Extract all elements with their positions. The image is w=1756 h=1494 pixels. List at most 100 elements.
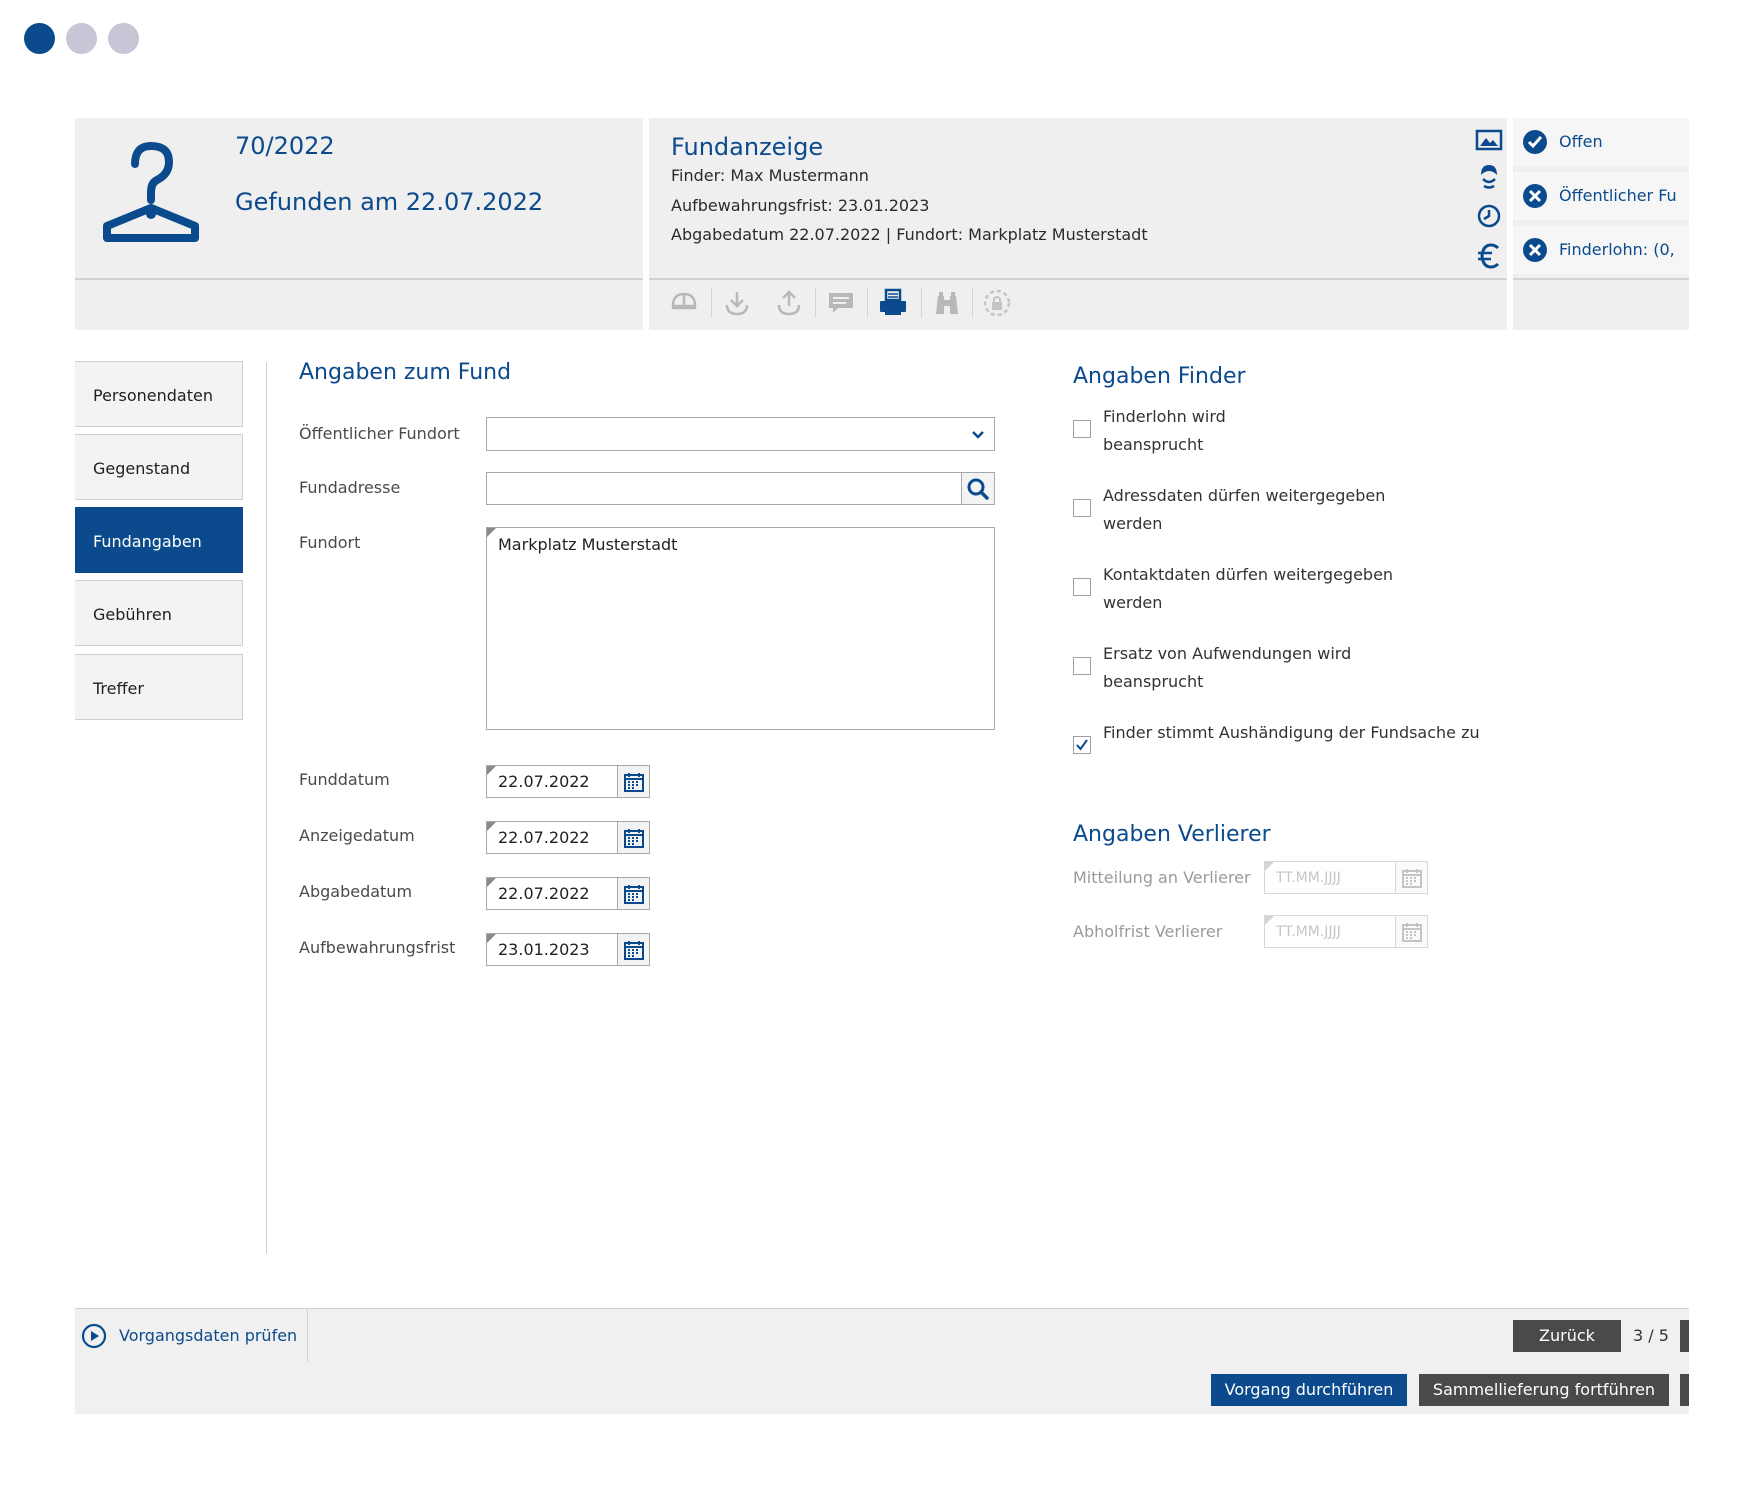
date-input-funddatum[interactable]: 22.07.2022: [486, 765, 650, 798]
calendar-icon: [624, 773, 644, 792]
report-retention: Aufbewahrungsfrist: 23.01.2023: [671, 196, 930, 215]
loser-pickup-date-input[interactable]: TT.MM.JJJJ: [1264, 915, 1428, 948]
address-input[interactable]: [486, 472, 995, 505]
nav-item-label: Gebühren: [93, 605, 172, 624]
checkbox-expense-refund[interactable]: [1073, 657, 1091, 675]
calendar-button[interactable]: [617, 766, 649, 797]
case-panel: 70/2022 Gefunden am 22.07.2022: [75, 118, 643, 330]
nav-item-label: Gegenstand: [93, 459, 191, 478]
date-label-funddatum: Funddatum: [299, 770, 390, 789]
date-label-aufbewahrungsfrist: Aufbewahrungsfrist: [299, 938, 456, 957]
checkbox-label: Adressdaten dürfen weitergegeben werden: [1103, 486, 1386, 533]
execute-process-button[interactable]: Vorgang durchführen: [1211, 1374, 1407, 1406]
nav-item-label: Personendaten: [93, 386, 213, 405]
euro-icon[interactable]: [1475, 242, 1503, 270]
back-button[interactable]: Zurück: [1513, 1320, 1621, 1352]
chevron-down-icon: [972, 431, 984, 439]
calendar-button[interactable]: [1395, 862, 1427, 893]
hanger-question-icon: [103, 142, 199, 242]
nav-item-gegenstand[interactable]: Gegenstand: [75, 434, 243, 500]
status-label: Offen: [1559, 132, 1603, 151]
date-input-abgabedatum[interactable]: 22.07.2022: [486, 877, 650, 910]
date-placeholder: TT.MM.JJJJ: [1276, 870, 1341, 886]
date-value: 22.07.2022: [498, 828, 590, 847]
download-icon[interactable]: [722, 288, 752, 318]
check-process-link[interactable]: Vorgangsdaten prüfen: [81, 1323, 311, 1349]
loser-notice-date-input[interactable]: TT.MM.JJJJ: [1264, 861, 1428, 894]
checkbox-finder-reward[interactable]: [1073, 420, 1091, 438]
person-icon[interactable]: [1475, 162, 1503, 190]
x-circle-icon: [1523, 184, 1547, 208]
divider: [649, 278, 1507, 280]
calendar-button[interactable]: [617, 878, 649, 909]
checkbox-label: Ersatz von Aufwendungen wird beansprucht: [1103, 644, 1352, 691]
nav-item-treffer[interactable]: Treffer: [75, 654, 243, 720]
binoculars-icon[interactable]: [932, 288, 962, 318]
image-icon[interactable]: [1475, 126, 1503, 154]
scroll-handle[interactable]: [1680, 1320, 1689, 1352]
checkbox-label: Kontaktdaten dürfen weitergegeben werden: [1103, 565, 1394, 612]
date-input-aufbewahrungsfrist[interactable]: 23.01.2023: [486, 933, 650, 966]
upload-icon[interactable]: [774, 288, 804, 318]
divider: [75, 278, 643, 280]
location-textarea[interactable]: Markplatz Musterstadt: [486, 527, 995, 730]
section-heading-finder: Angaben Finder: [1073, 364, 1246, 389]
footer-bar: Vorgangsdaten prüfen Zurück 3 / 5: [75, 1308, 1689, 1364]
checkbox-handover-consent[interactable]: [1073, 736, 1091, 754]
check-circle-icon: [1523, 130, 1547, 154]
toolbar-divider: [921, 288, 922, 318]
date-value: 23.01.2023: [498, 940, 590, 959]
toolbar-divider: [815, 288, 816, 318]
report-delivery: Abgabedatum 22.07.2022 | Fundort: Markpl…: [671, 225, 1148, 244]
page-indicator: 3 / 5: [1633, 1326, 1669, 1345]
section-heading-fund: Angaben zum Fund: [299, 360, 512, 385]
toolbar-divider: [867, 288, 868, 318]
window-dot-active: [24, 23, 55, 54]
date-input-anzeigedatum[interactable]: 22.07.2022: [486, 821, 650, 854]
nav-item-label: Fundangaben: [93, 532, 202, 551]
lock-settings-icon[interactable]: [982, 288, 1012, 318]
nav-item-label: Treffer: [93, 679, 144, 698]
footer-actions: Vorgang durchführen Sammellieferung fort…: [75, 1362, 1689, 1414]
clock-icon[interactable]: [1475, 202, 1503, 230]
loser-pickup-label: Abholfrist Verlierer: [1073, 922, 1223, 941]
print-icon[interactable]: [878, 288, 908, 318]
status-open: Offen: [1513, 118, 1689, 166]
check-process-label: Vorgangsdaten prüfen: [119, 1326, 298, 1345]
section-heading-loser: Angaben Verlierer: [1073, 822, 1271, 847]
checkbox-address-share[interactable]: [1073, 499, 1091, 517]
checkbox-label: Finder stimmt Aushändigung der Fundsache…: [1103, 723, 1480, 742]
continue-collective-delivery-button[interactable]: Sammellieferung fortführen: [1419, 1374, 1669, 1406]
date-value: 22.07.2022: [498, 884, 590, 903]
search-icon: [967, 478, 989, 500]
nav-item-fundangaben[interactable]: Fundangaben: [75, 507, 243, 573]
date-placeholder: TT.MM.JJJJ: [1276, 924, 1341, 940]
comment-icon[interactable]: [826, 288, 856, 318]
checkmark-icon: [1076, 739, 1088, 751]
helmet-icon[interactable]: [669, 288, 699, 318]
found-date: Gefunden am 22.07.2022: [235, 188, 544, 216]
public-location-select[interactable]: [486, 417, 995, 451]
calendar-button[interactable]: [617, 934, 649, 965]
date-label-abgabedatum: Abgabedatum: [299, 882, 413, 901]
report-finder: Finder: Max Mustermann: [671, 166, 869, 185]
scroll-handle[interactable]: [1680, 1374, 1689, 1406]
nav-item-gebuehren[interactable]: Gebühren: [75, 580, 243, 646]
status-label: Öffentlicher Fu: [1559, 186, 1677, 205]
checkbox-contact-share[interactable]: [1073, 578, 1091, 596]
loser-notice-label: Mitteilung an Verlierer: [1073, 868, 1251, 887]
date-label-anzeigedatum: Anzeigedatum: [299, 826, 415, 845]
calendar-button[interactable]: [617, 822, 649, 853]
nav-item-personendaten[interactable]: Personendaten: [75, 361, 243, 427]
calendar-icon: [624, 829, 644, 848]
divider: [1513, 278, 1689, 280]
location-label: Fundort: [299, 533, 361, 552]
window-dot: [66, 23, 97, 54]
calendar-icon: [624, 885, 644, 904]
checkbox-label: Finderlohn wird beansprucht: [1103, 407, 1226, 454]
calendar-icon: [1402, 923, 1422, 942]
address-search-button[interactable]: [961, 473, 994, 504]
x-circle-icon: [1523, 238, 1547, 262]
calendar-button[interactable]: [1395, 916, 1427, 947]
play-circle-icon: [81, 1323, 107, 1349]
